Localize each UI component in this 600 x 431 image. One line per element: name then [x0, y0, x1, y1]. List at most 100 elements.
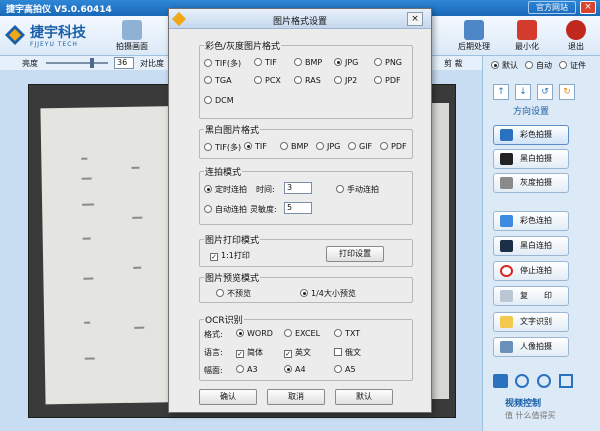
color-capture-button[interactable]: 彩色拍摄	[493, 125, 569, 145]
ocr-format-excel[interactable]: EXCEL	[284, 329, 320, 338]
bw-burst-icon	[500, 240, 513, 252]
brightness-label: 亮度	[22, 59, 38, 68]
ocr-page-a3[interactable]: A3	[236, 365, 258, 374]
brightness-slider-handle[interactable]	[90, 58, 94, 68]
ocr-group: OCR识别 格式: WORD EXCEL TXT 语言: ✓ 简体 ✓ 英文 俄文 …	[199, 313, 413, 381]
burst-auto-radio[interactable]: 自动连拍	[204, 204, 247, 215]
toolbar-label: 最小化	[515, 42, 539, 51]
company-logo: 捷宇科技 FJJEYU TECH	[4, 20, 104, 52]
rotate-up-icon[interactable]: ↑	[493, 84, 509, 100]
color-format-dcm[interactable]: DCM	[204, 96, 234, 105]
color-burst-button[interactable]: 彩色连拍	[493, 211, 569, 231]
ocr-icon	[500, 316, 513, 328]
bw-format-pdf[interactable]: PDF	[380, 142, 407, 151]
bw-capture-button[interactable]: 黑白拍摄	[493, 149, 569, 169]
mode-default-radio[interactable]: 默认	[491, 60, 518, 71]
color-format-pdf[interactable]: PDF	[374, 76, 401, 85]
ocr-lang-simplified[interactable]: ✓ 简体	[236, 347, 263, 358]
burst-sensitivity-input[interactable]: 5	[284, 202, 312, 214]
print-1to1-checkbox[interactable]: ✓ 1:1打印	[210, 250, 250, 261]
direction-controls: ↑ ↓ ↺ ↻	[493, 84, 587, 104]
bw-format-jpg[interactable]: JPG	[316, 142, 340, 151]
capture-view-button[interactable]: 拍摄画面	[108, 18, 156, 54]
video-controls	[493, 374, 587, 390]
color-format-png[interactable]: PNG	[374, 58, 402, 67]
logo-icon	[5, 25, 25, 45]
preview-mode-legend: 图片预览模式	[204, 271, 261, 284]
burst-timed-radio[interactable]: 定时连拍	[204, 184, 247, 195]
zoom-in-icon[interactable]	[515, 374, 529, 388]
burst-time-input[interactable]: 3	[284, 182, 312, 194]
portrait-capture-button[interactable]: 人像拍摄	[493, 337, 569, 357]
burst-mode-group: 连拍模式 定时连拍 时间: 3 手动连拍 自动连拍 灵敏度: 5	[199, 165, 413, 225]
direction-label: 方向设置	[513, 107, 550, 117]
ocr-button[interactable]: 文字识别	[493, 312, 569, 332]
ocr-lang-russian[interactable]: 俄文	[334, 347, 361, 358]
dialog-title: 图片格式设置	[272, 17, 327, 27]
bw-format-gif[interactable]: GIF	[348, 142, 372, 151]
minimize-icon	[517, 20, 537, 40]
post-processing-button[interactable]: 后期处理	[450, 18, 498, 54]
ocr-page-a4[interactable]: A4	[284, 365, 306, 374]
color-format-group: 彩色/灰度图片格式 TIF(多) TIF BMP JPG PNG TGA PCX…	[199, 39, 413, 119]
contrast-label: 对比度	[140, 59, 164, 68]
default-button[interactable]: 默认	[335, 389, 393, 405]
gray-capture-icon	[500, 177, 513, 189]
ocr-format-word[interactable]: WORD	[236, 329, 273, 338]
zoom-out-icon[interactable]	[537, 374, 551, 388]
window-close-button[interactable]: ×	[580, 1, 596, 14]
ocr-page-a5[interactable]: A5	[334, 365, 356, 374]
color-format-ras[interactable]: RAS	[294, 76, 321, 85]
brightness-slider[interactable]	[46, 58, 108, 68]
ok-button[interactable]: 确认	[199, 389, 257, 405]
toolbar-label: 拍摄画面	[116, 42, 148, 51]
bw-format-legend: 黑白图片格式	[204, 123, 261, 136]
official-site-button[interactable]: 官方网站	[528, 1, 576, 14]
video-control-label: 视频控制	[505, 399, 542, 409]
rotate-right-icon[interactable]: ↻	[559, 84, 575, 100]
bw-capture-icon	[500, 153, 513, 165]
edit-icon	[464, 20, 484, 40]
dialog-close-button[interactable]: ×	[407, 12, 423, 26]
exit-button[interactable]: 退出	[552, 18, 600, 54]
copy-button[interactable]: 复 印	[493, 286, 569, 306]
color-format-tif[interactable]: TIF	[254, 58, 277, 67]
ocr-format-label: 格式:	[204, 330, 223, 339]
mode-id-radio[interactable]: 证件	[559, 60, 586, 71]
brightness-value[interactable]: 36	[114, 57, 134, 69]
ocr-language-label: 语言:	[204, 348, 223, 357]
burst-mode-legend: 连拍模式	[204, 165, 243, 178]
burst-manual-radio[interactable]: 手动连拍	[336, 184, 379, 195]
bw-format-tif[interactable]: TIF	[244, 142, 267, 151]
fit-icon[interactable]	[559, 374, 573, 388]
stop-burst-button[interactable]: 停止连拍	[493, 261, 569, 281]
preview-none-radio[interactable]: 不预览	[216, 288, 251, 299]
color-burst-icon	[500, 215, 513, 227]
ocr-format-txt[interactable]: TXT	[334, 329, 360, 338]
color-format-bmp[interactable]: BMP	[294, 58, 322, 67]
ocr-lang-english[interactable]: ✓ 英文	[284, 347, 311, 358]
stop-icon	[500, 265, 513, 277]
logo-sub: FJJEYU TECH	[30, 41, 78, 48]
gray-capture-button[interactable]: 灰度拍摄	[493, 173, 569, 193]
cut-button[interactable]: 剪 裁	[444, 58, 463, 69]
rotate-down-icon[interactable]: ↓	[515, 84, 531, 100]
mode-auto-radio[interactable]: 自动	[525, 60, 552, 71]
color-format-pcx[interactable]: PCX	[254, 76, 281, 85]
minimize-button[interactable]: 最小化	[503, 18, 551, 54]
color-format-tifm[interactable]: TIF(多)	[204, 58, 241, 69]
video-icon[interactable]	[493, 374, 508, 388]
bw-burst-button[interactable]: 黑白连拍	[493, 236, 569, 256]
print-mode-legend: 图片打印模式	[204, 233, 261, 246]
print-settings-button[interactable]: 打印设置	[326, 246, 384, 262]
ocr-page-label: 幅面:	[204, 366, 223, 375]
color-format-tga[interactable]: TGA	[204, 76, 232, 85]
rotate-left-icon[interactable]: ↺	[537, 84, 553, 100]
preview-quarter-radio[interactable]: 1/4大小预览	[300, 288, 356, 299]
color-format-jp2[interactable]: JP2	[334, 76, 357, 85]
bw-format-tifm[interactable]: TIF(多)	[204, 142, 241, 153]
app-title: 捷宇高拍仪 V5.0.60414	[6, 5, 112, 15]
cancel-button[interactable]: 取消	[267, 389, 325, 405]
color-format-jpg[interactable]: JPG	[334, 58, 358, 67]
bw-format-bmp[interactable]: BMP	[280, 142, 308, 151]
